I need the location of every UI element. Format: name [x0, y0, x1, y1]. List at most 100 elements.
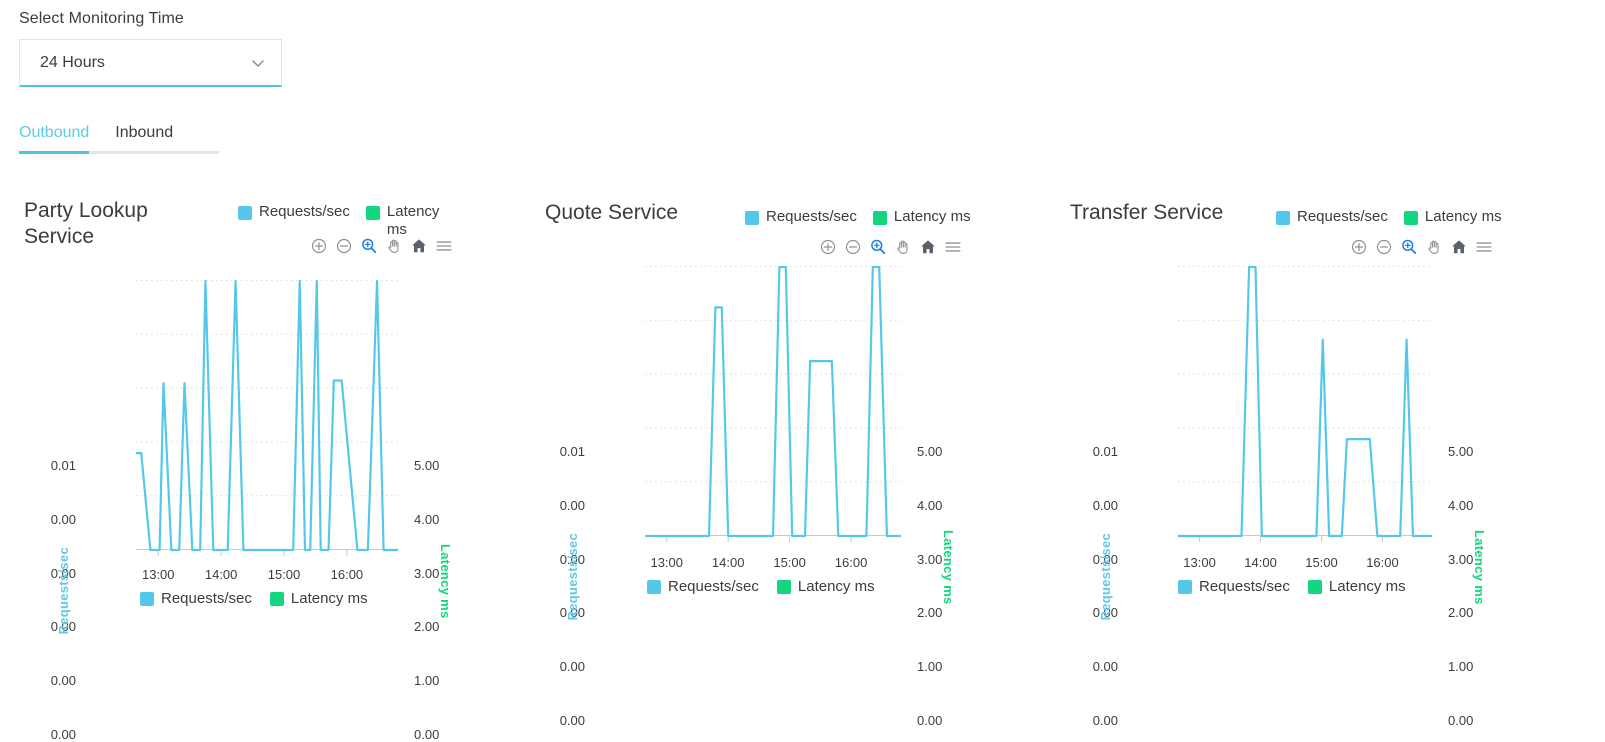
home-reset-icon[interactable]: [919, 238, 937, 256]
pan-hand-icon[interactable]: [1425, 238, 1443, 256]
x-axis-tick: 14:00: [1237, 555, 1285, 570]
chart-title: Quote Service: [545, 200, 745, 226]
y-axis-right-tick: 4.00: [917, 498, 942, 513]
x-axis-tick: 13:00: [134, 567, 182, 582]
legend-swatch-bottom-requests: [647, 580, 661, 594]
y-axis-left-tick: 0.00: [537, 659, 585, 674]
chart-card-quote-service: Quote Service Requests/sec Latency ms 0.01…: [535, 186, 1070, 626]
legend-swatch-latency: [1404, 211, 1418, 225]
chart-plot-area[interactable]: [1178, 266, 1432, 544]
legend-item-bottom-latency[interactable]: Latency ms: [777, 578, 875, 596]
y-axis-right-tick: 2.00: [414, 619, 439, 634]
y-axis-left-title: Requests/sec: [56, 547, 71, 634]
legend-label-requests: Requests/sec: [259, 203, 350, 221]
legend-label-bottom-latency: Latency ms: [291, 590, 368, 608]
series-line-requests-per-sec: [1178, 267, 1432, 536]
legend-label-bottom-requests: Requests/sec: [161, 590, 252, 608]
y-axis-right-tick: 5.00: [414, 458, 439, 473]
zoom-in-circle-icon[interactable]: [310, 237, 328, 255]
legend-swatch-latency: [873, 211, 887, 225]
chart-title: Transfer Service: [1070, 200, 1280, 226]
pan-hand-icon[interactable]: [385, 237, 403, 255]
legend-item-bottom-latency[interactable]: Latency ms: [1308, 578, 1406, 596]
tab-outbound-label: Outbound: [19, 124, 89, 141]
x-axis-tick: 16:00: [323, 567, 371, 582]
y-axis-left-tick: 0.01: [537, 444, 585, 459]
tab-inbound-label: Inbound: [115, 124, 173, 141]
chart-toolbar: [310, 237, 453, 255]
legend-swatch-bottom-latency: [1308, 580, 1322, 594]
x-axis-tick: 16:00: [1358, 555, 1406, 570]
legend-item-bottom-requests[interactable]: Requests/sec: [140, 590, 252, 608]
legend-label-bottom-latency: Latency ms: [798, 578, 875, 596]
chart-legend-bottom: Requests/sec Latency ms: [1178, 578, 1406, 596]
y-axis-left-tick: 0.00: [1070, 659, 1118, 674]
magnifier-zoom-select-icon[interactable]: [360, 237, 378, 255]
zoom-out-circle-icon[interactable]: [1375, 238, 1393, 256]
x-axis-tick: 15:00: [1298, 555, 1346, 570]
home-reset-icon[interactable]: [1450, 238, 1468, 256]
monitoring-time-select[interactable]: 24 Hours: [19, 39, 282, 87]
legend-item-bottom-latency[interactable]: Latency ms: [270, 590, 368, 608]
chart-title: Party Lookup Service: [24, 198, 224, 250]
zoom-out-circle-icon[interactable]: [335, 237, 353, 255]
legend-item-bottom-requests[interactable]: Requests/sec: [1178, 578, 1290, 596]
legend-label-requests: Requests/sec: [1297, 208, 1388, 226]
chart-card-party-lookup-service: Party Lookup Service Requests/sec Latency …: [0, 186, 535, 626]
legend-label-bottom-latency: Latency ms: [1329, 578, 1406, 596]
legend-swatch-bottom-requests: [1178, 580, 1192, 594]
legend-swatch-requests: [1276, 211, 1290, 225]
legend-item-requests[interactable]: Requests/sec: [238, 203, 350, 221]
y-axis-right-tick: 2.00: [917, 605, 942, 620]
chart-legend-top: Requests/sec Latency ms: [1276, 208, 1502, 226]
magnifier-zoom-select-icon[interactable]: [869, 238, 887, 256]
y-axis-right-tick: 0.00: [414, 727, 439, 742]
zoom-in-circle-icon[interactable]: [1350, 238, 1368, 256]
legend-item-bottom-requests[interactable]: Requests/sec: [647, 578, 759, 596]
magnifier-zoom-select-icon[interactable]: [1400, 238, 1418, 256]
legend-item-latency[interactable]: Latency ms: [873, 208, 971, 226]
home-reset-icon[interactable]: [410, 237, 428, 255]
legend-label-latency: Latency ms: [387, 203, 445, 239]
y-axis-right-tick: 1.00: [1448, 659, 1473, 674]
legend-item-latency[interactable]: Latency ms: [366, 203, 445, 239]
y-axis-right-tick: 0.00: [917, 713, 942, 728]
legend-swatch-bottom-latency: [270, 592, 284, 606]
chart-plot-area[interactable]: [645, 266, 901, 544]
series-line-requests-per-sec: [645, 267, 901, 536]
y-axis-right-tick: 3.00: [917, 552, 942, 567]
y-axis-right-tick: 2.00: [1448, 605, 1473, 620]
monitoring-time-value: 24 Hours: [20, 54, 105, 72]
chart-plot-area[interactable]: [136, 280, 398, 558]
y-axis-right-tick: 3.00: [414, 566, 439, 581]
x-axis-tick: 14:00: [197, 567, 245, 582]
hamburger-menu-icon[interactable]: [944, 238, 962, 256]
y-axis-right-title: Latency ms: [941, 530, 956, 605]
y-axis-left-tick: 0.00: [1070, 498, 1118, 513]
pan-hand-icon[interactable]: [894, 238, 912, 256]
tab-inbound[interactable]: Inbound: [115, 124, 173, 151]
legend-item-requests[interactable]: Requests/sec: [1276, 208, 1388, 226]
zoom-out-circle-icon[interactable]: [844, 238, 862, 256]
y-axis-right-title: Latency ms: [438, 544, 453, 619]
chart-legend-top: Requests/sec Latency ms: [745, 208, 971, 226]
legend-label-requests: Requests/sec: [766, 208, 857, 226]
hamburger-menu-icon[interactable]: [1475, 238, 1493, 256]
hamburger-menu-icon[interactable]: [435, 237, 453, 255]
x-axis-tick: 14:00: [704, 555, 752, 570]
legend-item-requests[interactable]: Requests/sec: [745, 208, 857, 226]
y-axis-left-tick: 0.00: [28, 673, 76, 688]
legend-label-bottom-requests: Requests/sec: [668, 578, 759, 596]
monitoring-time-label: Select Monitoring Time: [19, 10, 282, 28]
chart-toolbar: [1350, 238, 1493, 256]
x-axis-tick: 13:00: [643, 555, 691, 570]
legend-item-latency[interactable]: Latency ms: [1404, 208, 1502, 226]
y-axis-left-tick: 0.01: [28, 458, 76, 473]
zoom-in-circle-icon[interactable]: [819, 238, 837, 256]
tab-outbound[interactable]: Outbound: [19, 124, 89, 151]
legend-swatch-latency: [366, 206, 380, 220]
y-axis-left-title: Requests/sec: [565, 533, 580, 620]
x-axis-tick: 15:00: [260, 567, 308, 582]
chart-card-transfer-service: Transfer Service Requests/sec Latency ms 0…: [1070, 186, 1605, 626]
y-axis-left-tick: 0.00: [537, 713, 585, 728]
